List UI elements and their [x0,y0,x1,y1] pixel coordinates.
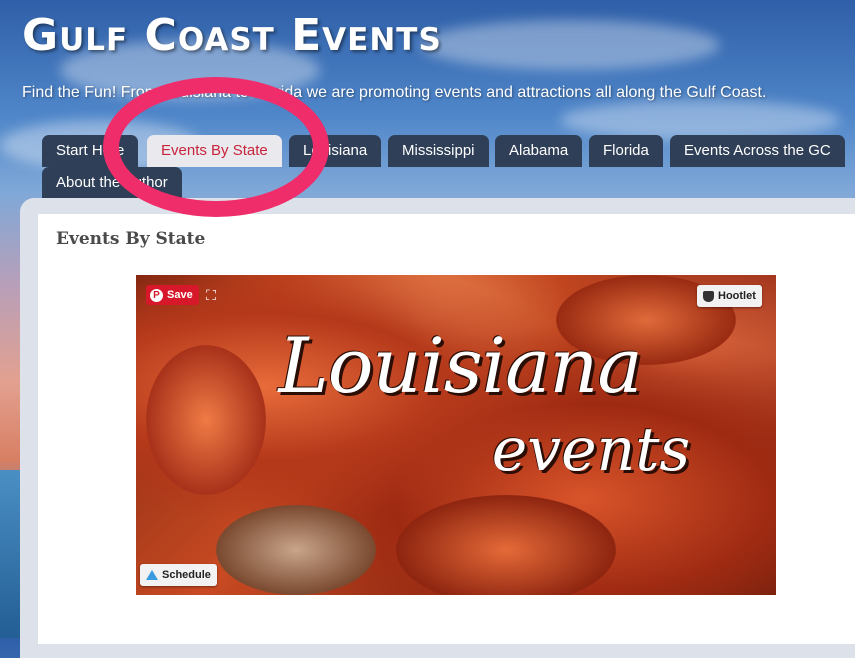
main-nav: Start Here Events By State Louisiana Mis… [0,0,855,200]
tab-louisiana[interactable]: Louisiana [289,135,382,167]
page-title: Events By State [56,229,206,249]
hero-title: Louisiana [278,321,642,410]
hootlet-label: Hootlet [718,290,756,302]
schedule-label: Schedule [162,569,211,581]
tab-events-by-state[interactable]: Events By State [147,135,282,167]
pinterest-save-label: Save [167,289,193,301]
hootlet-owl-icon [703,290,714,302]
tab-alabama[interactable]: Alabama [495,135,583,167]
pinterest-icon: P [150,288,163,302]
hero-image[interactable]: Louisiana events [136,275,776,595]
expand-icon[interactable]: ⛶ [202,286,220,304]
pinterest-save-button[interactable]: P Save [146,285,199,305]
tab-start-here[interactable]: Start Here [42,135,139,167]
tab-about-the-author[interactable]: About the Author [42,167,182,199]
hero-subtitle: events [491,415,691,485]
tab-events-across-gc[interactable]: Events Across the GC [670,135,845,167]
tab-florida[interactable]: Florida [589,135,663,167]
buffer-icon [146,570,158,580]
schedule-button[interactable]: Schedule [140,564,217,586]
hootlet-button[interactable]: Hootlet [697,285,762,307]
tab-mississippi[interactable]: Mississippi [388,135,489,167]
